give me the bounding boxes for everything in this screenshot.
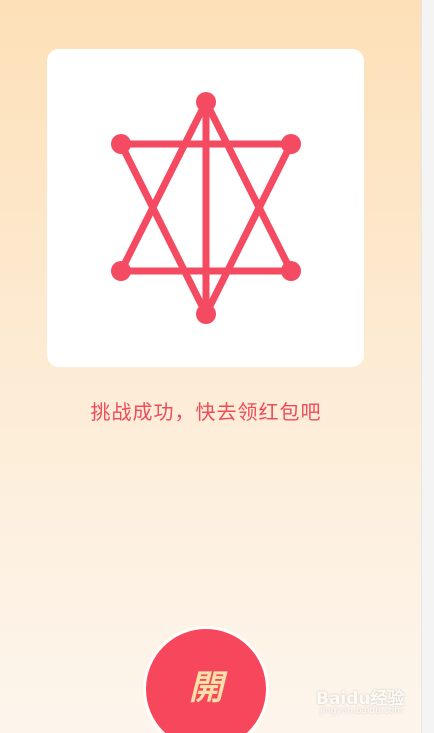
scroll-edge (421, 0, 434, 733)
open-button-label: 開 (189, 667, 223, 708)
puzzle-node[interactable] (111, 134, 131, 154)
watermark-subtext: jingyan.baidu.com (320, 706, 404, 716)
puzzle-node[interactable] (281, 261, 301, 281)
puzzle-line (202, 140, 295, 318)
puzzle-node[interactable] (196, 92, 216, 112)
puzzle-node[interactable] (111, 261, 131, 281)
puzzle-line (117, 140, 210, 318)
puzzle-line (117, 98, 210, 275)
puzzle-card (47, 49, 364, 367)
star-puzzle[interactable] (47, 49, 364, 367)
puzzle-line (202, 98, 295, 275)
success-message: 挑战成功，快去领红包吧 (90, 400, 322, 424)
puzzle-node[interactable] (281, 134, 301, 154)
puzzle-node[interactable] (196, 304, 216, 324)
open-red-packet-button[interactable]: 開 (146, 629, 266, 733)
baidu-watermark: Baidu经验 jingyan.baidu.com (312, 678, 422, 722)
